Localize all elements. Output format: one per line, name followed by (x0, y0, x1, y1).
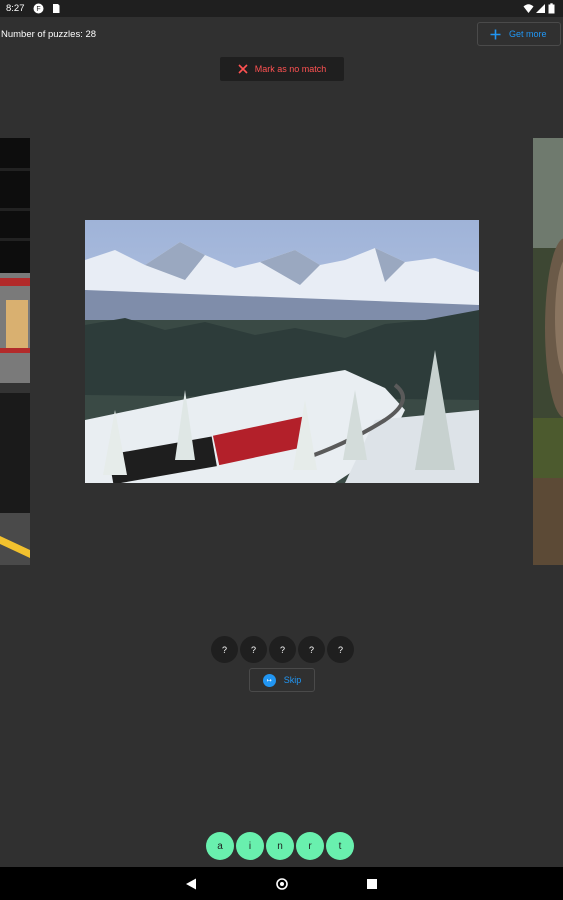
sim-card-icon (53, 4, 60, 13)
answer-slot[interactable]: ? (240, 636, 267, 663)
back-triangle-icon[interactable] (185, 878, 197, 890)
skip-button[interactable]: ↦ Skip (249, 668, 315, 692)
letter-button[interactable]: r (296, 832, 324, 860)
train-mountain-photo-image (85, 220, 479, 483)
next-photo[interactable] (533, 138, 563, 565)
get-more-label: Get more (509, 29, 547, 39)
notification-icon: F (33, 3, 44, 14)
skip-label: Skip (283, 675, 302, 685)
answer-slot[interactable]: ? (327, 636, 354, 663)
previous-photo[interactable] (0, 138, 30, 565)
top-bar: Number of puzzles: 28 Get more (0, 17, 563, 51)
mark-no-match-button[interactable]: Mark as no match (220, 57, 344, 81)
mark-no-match-label: Mark as no match (254, 64, 327, 74)
battery-icon (548, 3, 555, 14)
subway-photo-image (0, 138, 30, 565)
letter-button[interactable]: n (266, 832, 294, 860)
status-time: 8:27 (6, 3, 25, 14)
puzzle-photo (85, 220, 479, 483)
letter-button[interactable]: t (326, 832, 354, 860)
letter-button[interactable]: i (236, 832, 264, 860)
get-more-button[interactable]: Get more (477, 22, 561, 46)
home-circle-icon[interactable] (276, 878, 288, 890)
navigation-bar (0, 867, 563, 900)
close-icon (238, 64, 248, 74)
puzzle-count: Number of puzzles: 28 (1, 29, 97, 40)
svg-text:F: F (36, 6, 40, 13)
status-bar: 8:27 F (0, 0, 563, 17)
letter-choices: a i n r t (206, 832, 354, 860)
skip-icon: ↦ (262, 673, 276, 687)
wifi-icon (523, 4, 534, 13)
plus-icon (490, 29, 501, 39)
answer-slot[interactable]: ? (269, 636, 296, 663)
letter-button[interactable]: a (206, 832, 234, 860)
answer-slot[interactable]: ? (298, 636, 325, 663)
signal-icon (536, 4, 545, 13)
rock-photo-image (533, 138, 563, 565)
answer-slots: ? ? ? ? ? (211, 636, 354, 663)
recents-square-icon[interactable] (366, 878, 378, 890)
answer-slot[interactable]: ? (211, 636, 238, 663)
